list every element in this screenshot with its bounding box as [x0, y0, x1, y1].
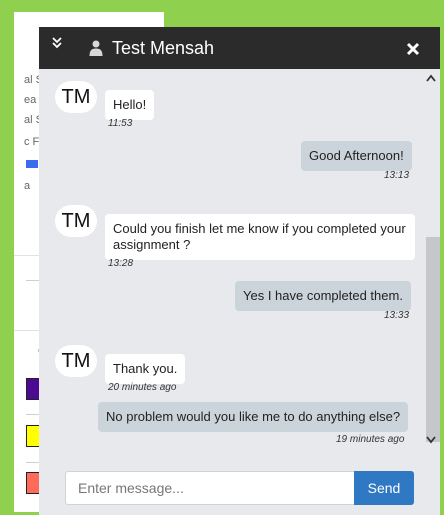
message-bubble-outgoing: Good Afternoon! — [301, 141, 412, 171]
message-bubble-incoming: Thank you. — [105, 354, 186, 384]
message-bubble-incoming: Could you finish let me know if you comp… — [105, 214, 415, 260]
message-timestamp: 20 minutes ago — [108, 382, 177, 393]
message-scrollbar[interactable] — [422, 69, 440, 459]
chevron-up-icon[interactable] — [425, 73, 437, 83]
message-timestamp: 19 minutes ago — [336, 434, 405, 445]
background-label: c F — [24, 136, 40, 148]
user-icon — [89, 40, 103, 56]
message-timestamp: 13:28 — [108, 258, 134, 269]
message-timestamp: 13:13 — [384, 170, 410, 181]
chevron-down-icon[interactable] — [425, 435, 437, 445]
double-chevron-down-icon[interactable] — [49, 35, 65, 51]
message-input[interactable] — [65, 471, 355, 505]
chat-header: Test Mensah — [39, 27, 440, 69]
chat-window: Test Mensah TM Hello! 11:53 Good Afterno… — [39, 27, 440, 515]
message-list: TM Hello! 11:53 Good Afternoon! 13:13 TM… — [39, 69, 422, 459]
send-button[interactable]: Send — [354, 471, 414, 505]
background-label: a — [24, 180, 31, 192]
message-bubble-incoming: Hello! — [105, 90, 155, 120]
message-bubble-outgoing: Yes I have completed them. — [235, 281, 411, 311]
background-progress-bar — [26, 160, 38, 168]
background-label: ea — [24, 94, 37, 106]
scrollbar-thumb[interactable] — [426, 237, 440, 442]
avatar: TM — [55, 345, 97, 377]
message-composer: Send — [39, 459, 440, 515]
message-timestamp: 11:53 — [108, 118, 133, 129]
avatar: TM — [55, 81, 97, 113]
close-icon[interactable] — [406, 42, 420, 56]
chat-title: Test Mensah — [112, 38, 215, 58]
message-bubble-outgoing: No problem would you like me to do anyth… — [98, 402, 409, 432]
avatar: TM — [55, 205, 97, 237]
message-timestamp: 13:33 — [384, 310, 410, 321]
